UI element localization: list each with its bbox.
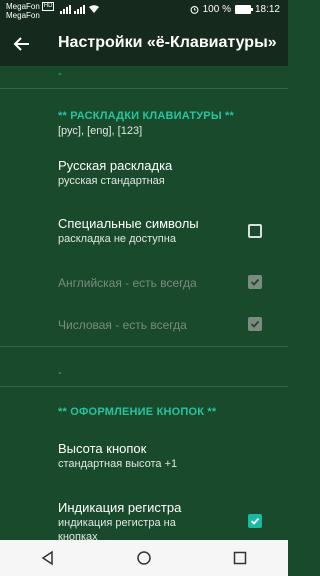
section-subtitle-layouts: [рус], [eng], [123] bbox=[58, 125, 143, 137]
back-arrow-icon[interactable] bbox=[12, 34, 32, 54]
alarm-icon bbox=[190, 5, 199, 14]
pref-title: Индикация регистра bbox=[58, 500, 182, 515]
network-icons bbox=[60, 4, 100, 14]
status-right: 100 % 18:12 bbox=[190, 4, 280, 15]
pref-russian-layout[interactable]: Русская раскладка русская стандартная bbox=[58, 158, 238, 188]
battery-percent: 100 % bbox=[202, 4, 231, 15]
status-bar: MegaFon HD MegaFon 100 % 18:12 bbox=[0, 0, 288, 22]
pref-title: Числовая - есть всегда bbox=[58, 318, 187, 332]
hd-badge: HD bbox=[41, 2, 55, 11]
nav-back-icon[interactable] bbox=[38, 548, 58, 568]
signal-icon-2 bbox=[74, 4, 85, 14]
carrier-info: MegaFon HD MegaFon bbox=[6, 2, 55, 20]
carrier-1: MegaFon bbox=[6, 2, 40, 11]
pref-title: Специальные символы bbox=[58, 216, 199, 231]
pref-summary: русская стандартная bbox=[58, 175, 165, 187]
case-indication-checkbox[interactable] bbox=[248, 514, 262, 528]
divider bbox=[0, 88, 288, 89]
settings-list[interactable]: - ** РАСКЛАДКИ КЛАВИАТУРЫ ** [рус], [eng… bbox=[0, 66, 288, 540]
divider bbox=[0, 346, 288, 347]
page-title: Настройки «ё-Клавиатуры» bbox=[58, 34, 277, 51]
pref-title: Английская - есть всегда bbox=[58, 276, 197, 290]
pref-special-symbols[interactable]: Специальные символы раскладка не доступн… bbox=[58, 216, 238, 246]
carrier-2: MegaFon bbox=[6, 11, 40, 20]
mid-dash: - bbox=[58, 367, 62, 379]
numeric-layout-checkbox bbox=[248, 317, 262, 331]
section-title-layouts: ** РАСКЛАДКИ КЛАВИАТУРЫ ** bbox=[58, 110, 235, 122]
pref-title: Русская раскладка bbox=[58, 158, 173, 173]
english-layout-checkbox bbox=[248, 275, 262, 289]
wifi-icon bbox=[89, 5, 99, 13]
pref-summary: раскладка не доступна bbox=[58, 233, 176, 245]
app-bar: Настройки «ё-Клавиатуры» bbox=[0, 22, 288, 66]
signal-icon bbox=[60, 4, 71, 14]
clock: 18:12 bbox=[254, 4, 280, 15]
navigation-bar bbox=[0, 540, 288, 576]
divider bbox=[0, 386, 288, 387]
nav-recents-icon[interactable] bbox=[230, 548, 250, 568]
pref-english-layout: Английская - есть всегда bbox=[58, 275, 238, 291]
pref-title: Высота кнопок bbox=[58, 441, 147, 456]
pref-button-height[interactable]: Высота кнопок стандартная высота +1 bbox=[58, 441, 238, 471]
check-icon bbox=[250, 517, 260, 525]
check-icon bbox=[250, 320, 260, 328]
pref-summary: стандартная высота +1 bbox=[58, 458, 178, 470]
special-symbols-checkbox[interactable] bbox=[248, 224, 262, 238]
battery-icon bbox=[234, 5, 253, 14]
section-title-buttons: ** ОФОРМЛЕНИЕ КНОПОК ** bbox=[58, 406, 217, 418]
pref-numeric-layout: Числовая - есть всегда bbox=[58, 317, 238, 333]
top-dash: - bbox=[58, 68, 62, 80]
nav-home-icon[interactable] bbox=[134, 548, 154, 568]
pref-summary: индикация регистра на кнопках bbox=[58, 517, 176, 540]
check-icon bbox=[250, 278, 260, 286]
pref-case-indication[interactable]: Индикация регистра индикация регистра на… bbox=[58, 500, 238, 540]
